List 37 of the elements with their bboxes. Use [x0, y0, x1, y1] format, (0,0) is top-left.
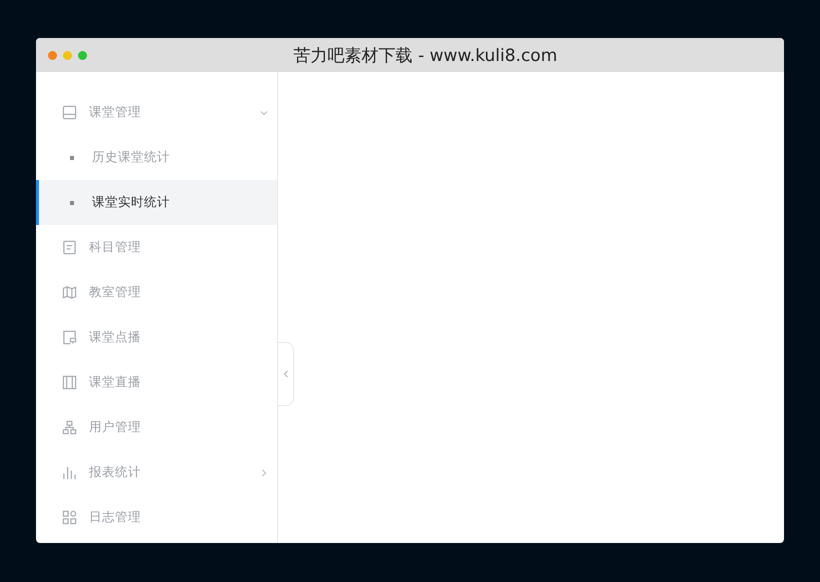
menu-label: 教室管理: [89, 284, 142, 301]
collapse-handle[interactable]: [278, 342, 294, 406]
menu-label: 报表统计: [89, 464, 142, 481]
bars-icon: [62, 465, 77, 480]
chevron-right-icon: [259, 468, 269, 478]
menu-item[interactable]: 课堂点播: [36, 315, 277, 360]
menu-item[interactable]: 科目管理: [36, 225, 277, 270]
bullet-icon: [70, 156, 74, 160]
submenu-label: 课堂实时统计: [92, 194, 171, 211]
menu-item[interactable]: 报表统计: [36, 450, 277, 495]
menu-item[interactable]: 用户管理: [36, 405, 277, 450]
map-icon: [62, 285, 77, 300]
menu-label: 科目管理: [89, 239, 142, 256]
grid-icon: [62, 510, 77, 525]
minimize-dot-icon[interactable]: [63, 50, 72, 60]
submenu-item[interactable]: 课堂实时统计: [36, 180, 277, 225]
tray-icon: [62, 105, 77, 120]
window-title: 苦力吧素材下载 - www.kuli8.com: [292, 44, 558, 66]
menu-item[interactable]: 课堂直播: [36, 360, 277, 405]
menu-label: 课堂点播: [89, 329, 142, 346]
menu-item[interactable]: 教室管理: [36, 270, 277, 315]
menu-label: 课堂管理: [89, 104, 142, 121]
submenu-label: 历史课堂统计: [92, 149, 171, 166]
screen-icon: [62, 330, 77, 345]
chevron-left-icon: [282, 369, 288, 379]
menu-label: 课堂直播: [89, 374, 142, 391]
menu-item[interactable]: 课堂管理: [36, 90, 277, 135]
menu-label: 日志管理: [89, 509, 142, 526]
menu-item[interactable]: 日志管理: [36, 495, 277, 540]
doc-icon: [62, 240, 77, 255]
maximize-dot-icon[interactable]: [78, 50, 87, 60]
tree-icon: [62, 420, 77, 435]
menu-label: 用户管理: [89, 419, 142, 436]
bullet-icon: [70, 200, 74, 204]
close-dot-icon[interactable]: [48, 50, 57, 60]
submenu-item[interactable]: 历史课堂统计: [36, 135, 277, 180]
film-icon: [62, 375, 77, 390]
